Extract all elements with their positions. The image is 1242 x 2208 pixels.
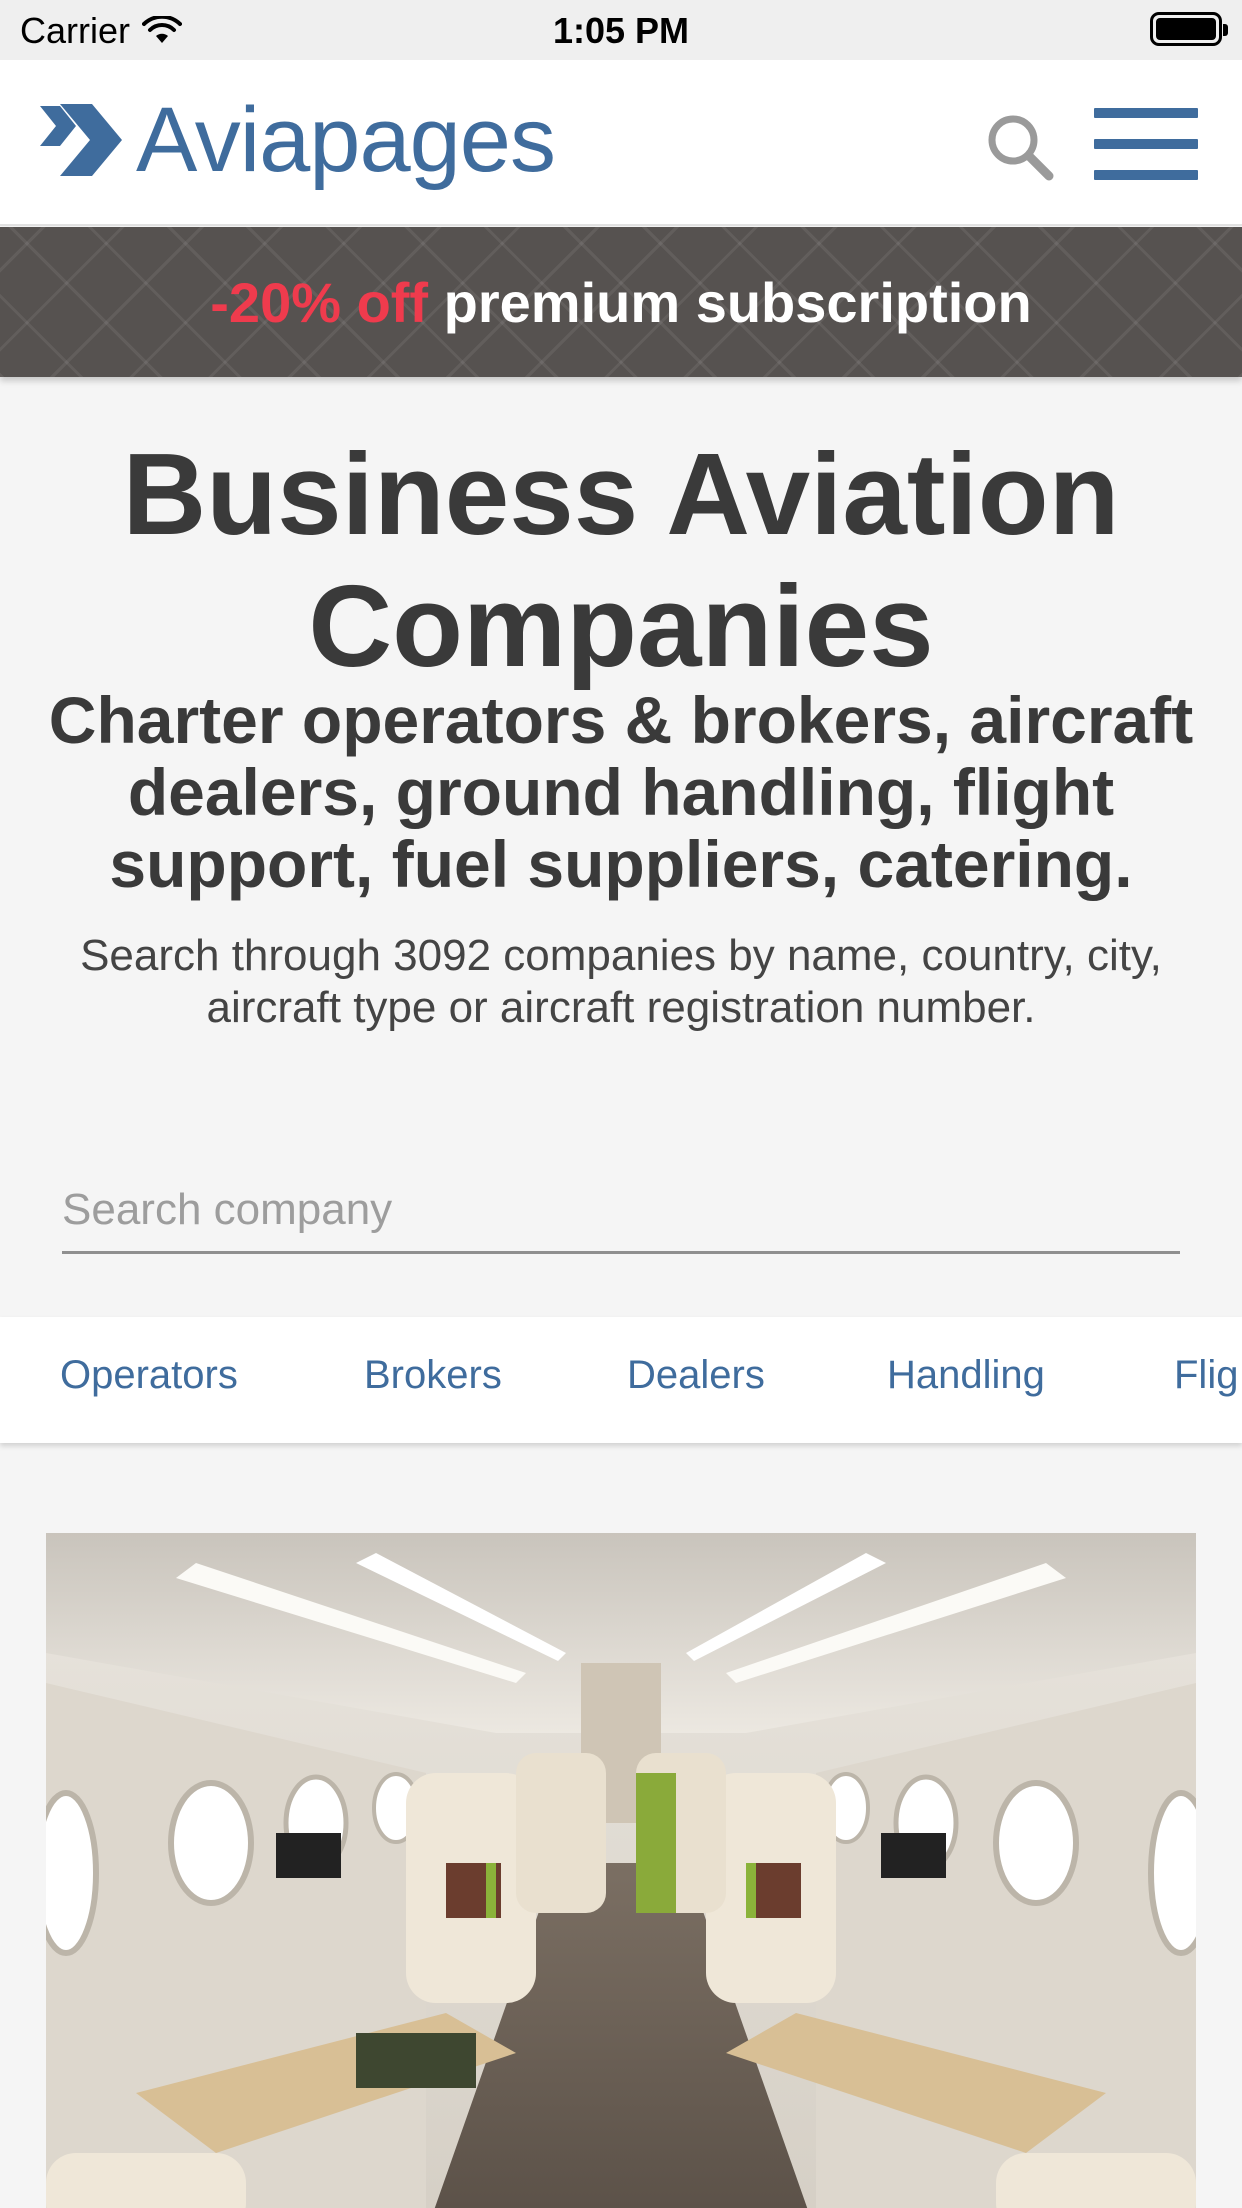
clock: 1:05 PM <box>552 10 690 51</box>
jet-cabin-image <box>46 1533 1196 2208</box>
page-subtitle: Charter operators & brokers, aircraft de… <box>48 683 1194 901</box>
status-bar: Carrier 1:05 PM <box>0 0 1242 60</box>
logo[interactable]: Aviapages <box>40 89 556 191</box>
tab-handling[interactable]: Handling <box>887 1353 1045 1398</box>
search-company-input[interactable] <box>62 1168 1180 1254</box>
logo-text: Aviapages <box>136 89 556 191</box>
tab-flight-support[interactable]: Flig <box>1174 1353 1238 1398</box>
page-description: Search through 3092 companies by name, c… <box>80 931 1162 1032</box>
tab-brokers[interactable]: Brokers <box>364 1353 502 1398</box>
promo-discount: -20% off <box>210 270 429 334</box>
page-title: Business Aviation Companies <box>122 429 1120 691</box>
promo-text: -20% off premium subscription <box>210 270 1031 335</box>
search-icon[interactable] <box>985 112 1055 182</box>
tab-dealers[interactable]: Dealers <box>627 1353 765 1398</box>
site-header: Aviapages <box>0 60 1242 226</box>
category-tabs: Operators Brokers Dealers Handling Flig <box>0 1317 1242 1443</box>
hamburger-menu-icon[interactable] <box>1094 108 1198 180</box>
battery-icon <box>1150 12 1228 46</box>
promo-banner[interactable]: -20% off premium subscription <box>0 227 1242 377</box>
tab-operators[interactable]: Operators <box>60 1353 238 1398</box>
logo-chevron-icon <box>40 104 122 176</box>
promo-label: premium subscription <box>428 270 1032 334</box>
